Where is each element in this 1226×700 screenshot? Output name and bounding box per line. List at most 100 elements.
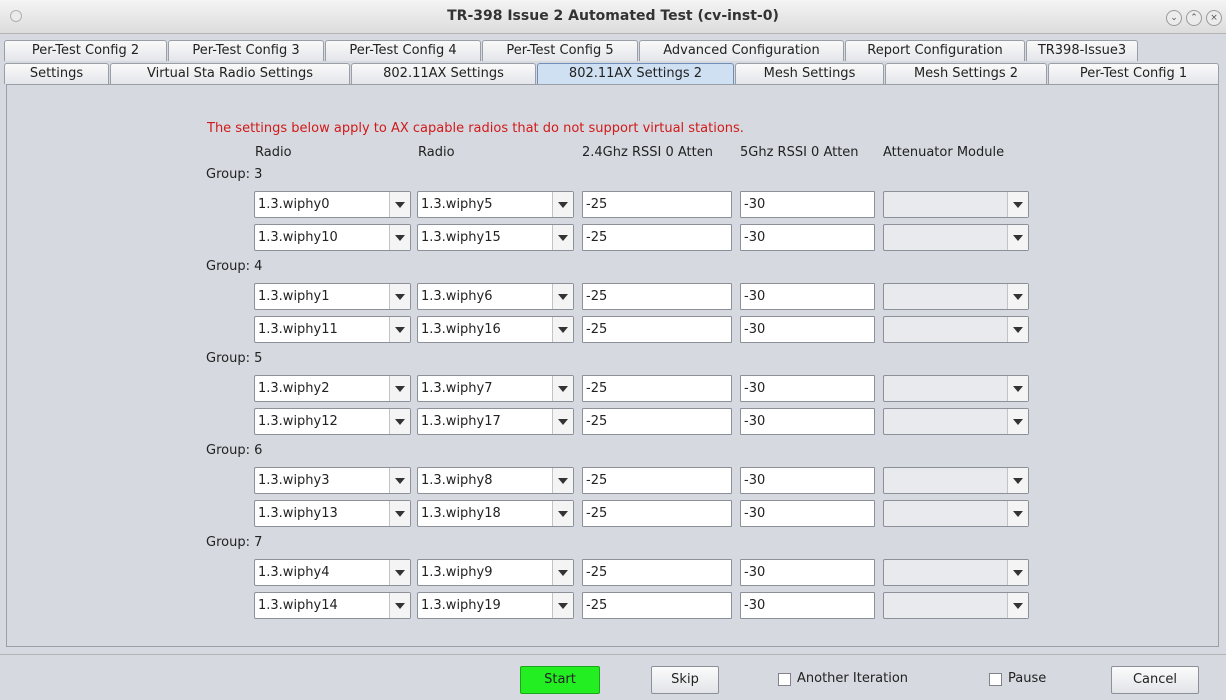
- attenuator-module-select[interactable]: [883, 592, 1029, 619]
- tab-settings[interactable]: Settings: [4, 63, 109, 84]
- maximize-icon[interactable]: ⌃: [1186, 10, 1202, 26]
- tab-mesh-settings[interactable]: Mesh Settings: [735, 63, 884, 84]
- attenuator-module-select[interactable]: [883, 467, 1029, 494]
- rssi-5ghz-input[interactable]: -30: [740, 559, 875, 586]
- chevron-down-icon[interactable]: [389, 409, 410, 434]
- radio-2-select[interactable]: 1.3.wiphy6: [417, 283, 574, 310]
- tab-per-test-config-2[interactable]: Per-Test Config 2: [4, 40, 167, 61]
- tab-per-test-config-1[interactable]: Per-Test Config 1: [1048, 63, 1219, 84]
- rssi-5ghz-input[interactable]: -30: [740, 316, 875, 343]
- attenuator-module-select[interactable]: [883, 375, 1029, 402]
- rssi-5ghz-input[interactable]: -30: [740, 283, 875, 310]
- rssi-5ghz-input[interactable]: -30: [740, 592, 875, 619]
- chevron-down-icon[interactable]: [1007, 376, 1028, 401]
- tab-80211ax-settings[interactable]: 802.11AX Settings: [351, 63, 536, 84]
- tab-advanced-configuration[interactable]: Advanced Configuration: [639, 40, 844, 61]
- rssi-24ghz-input[interactable]: -25: [582, 283, 732, 310]
- chevron-down-icon[interactable]: [552, 501, 573, 526]
- radio-1-select[interactable]: 1.3.wiphy4: [254, 559, 411, 586]
- chevron-down-icon[interactable]: [389, 501, 410, 526]
- cancel-button[interactable]: Cancel: [1111, 666, 1199, 694]
- another-iteration-checkbox[interactable]: Another Iteration: [778, 670, 938, 690]
- chevron-down-icon[interactable]: [389, 468, 410, 493]
- attenuator-module-select[interactable]: [883, 316, 1029, 343]
- chevron-down-icon[interactable]: [1007, 560, 1028, 585]
- tab-per-test-config-4[interactable]: Per-Test Config 4: [325, 40, 481, 61]
- chevron-down-icon[interactable]: [389, 376, 410, 401]
- chevron-down-icon[interactable]: [1007, 284, 1028, 309]
- chevron-down-icon[interactable]: [1007, 225, 1028, 250]
- tab-80211ax-settings-2[interactable]: 802.11AX Settings 2: [537, 63, 734, 84]
- rssi-5ghz-input[interactable]: -30: [740, 191, 875, 218]
- radio-1-select[interactable]: 1.3.wiphy11: [254, 316, 411, 343]
- radio-1-select[interactable]: 1.3.wiphy12: [254, 408, 411, 435]
- rssi-5ghz-input[interactable]: -30: [740, 224, 875, 251]
- rssi-24ghz-input[interactable]: -25: [582, 224, 732, 251]
- radio-1-select[interactable]: 1.3.wiphy3: [254, 467, 411, 494]
- rssi-24ghz-input[interactable]: -25: [582, 592, 732, 619]
- attenuator-module-select[interactable]: [883, 191, 1029, 218]
- radio-1-select[interactable]: 1.3.wiphy0: [254, 191, 411, 218]
- chevron-down-icon[interactable]: [552, 593, 573, 618]
- chevron-down-icon[interactable]: [1007, 317, 1028, 342]
- chevron-down-icon[interactable]: [1007, 593, 1028, 618]
- radio-2-select[interactable]: 1.3.wiphy17: [417, 408, 574, 435]
- rssi-24ghz-input[interactable]: -25: [582, 559, 732, 586]
- radio-2-select[interactable]: 1.3.wiphy19: [417, 592, 574, 619]
- radio-1-select[interactable]: 1.3.wiphy10: [254, 224, 411, 251]
- checkbox-box[interactable]: [778, 673, 791, 686]
- attenuator-module-select[interactable]: [883, 559, 1029, 586]
- tab-report-configuration[interactable]: Report Configuration: [845, 40, 1025, 61]
- rssi-5ghz-input[interactable]: -30: [740, 408, 875, 435]
- rssi-24ghz-input[interactable]: -25: [582, 375, 732, 402]
- rssi-24ghz-input[interactable]: -25: [582, 500, 732, 527]
- rssi-24ghz-input[interactable]: -25: [582, 316, 732, 343]
- checkbox-box[interactable]: [989, 673, 1002, 686]
- radio-2-select[interactable]: 1.3.wiphy5: [417, 191, 574, 218]
- chevron-down-icon[interactable]: [389, 192, 410, 217]
- minimize-icon[interactable]: ⌄: [1166, 10, 1182, 26]
- chevron-down-icon[interactable]: [552, 192, 573, 217]
- radio-1-select[interactable]: 1.3.wiphy14: [254, 592, 411, 619]
- radio-1-select[interactable]: 1.3.wiphy1: [254, 283, 411, 310]
- rssi-5ghz-input[interactable]: -30: [740, 375, 875, 402]
- chevron-down-icon[interactable]: [552, 409, 573, 434]
- radio-2-select[interactable]: 1.3.wiphy15: [417, 224, 574, 251]
- attenuator-module-select[interactable]: [883, 408, 1029, 435]
- rssi-5ghz-input[interactable]: -30: [740, 467, 875, 494]
- tab-mesh-settings-2[interactable]: Mesh Settings 2: [885, 63, 1047, 84]
- attenuator-module-select[interactable]: [883, 283, 1029, 310]
- chevron-down-icon[interactable]: [552, 560, 573, 585]
- chevron-down-icon[interactable]: [552, 468, 573, 493]
- chevron-down-icon[interactable]: [389, 593, 410, 618]
- radio-1-select[interactable]: 1.3.wiphy2: [254, 375, 411, 402]
- chevron-down-icon[interactable]: [1007, 501, 1028, 526]
- pause-checkbox[interactable]: Pause: [989, 670, 1059, 690]
- chevron-down-icon[interactable]: [389, 560, 410, 585]
- tab-per-test-config-3[interactable]: Per-Test Config 3: [168, 40, 324, 61]
- chevron-down-icon[interactable]: [389, 225, 410, 250]
- attenuator-module-select[interactable]: [883, 224, 1029, 251]
- chevron-down-icon[interactable]: [1007, 192, 1028, 217]
- chevron-down-icon[interactable]: [552, 317, 573, 342]
- chevron-down-icon[interactable]: [1007, 409, 1028, 434]
- rssi-5ghz-input[interactable]: -30: [740, 500, 875, 527]
- rssi-24ghz-input[interactable]: -25: [582, 467, 732, 494]
- chevron-down-icon[interactable]: [552, 376, 573, 401]
- radio-2-select[interactable]: 1.3.wiphy9: [417, 559, 574, 586]
- chevron-down-icon[interactable]: [1007, 468, 1028, 493]
- chevron-down-icon[interactable]: [552, 225, 573, 250]
- radio-2-select[interactable]: 1.3.wiphy18: [417, 500, 574, 527]
- chevron-down-icon[interactable]: [389, 284, 410, 309]
- rssi-24ghz-input[interactable]: -25: [582, 191, 732, 218]
- close-icon[interactable]: ×: [1206, 10, 1222, 26]
- skip-button[interactable]: Skip: [651, 666, 719, 694]
- tab-tr398-issue3[interactable]: TR398-Issue3: [1026, 40, 1138, 61]
- tab-virtual-sta-radio-settings[interactable]: Virtual Sta Radio Settings: [110, 63, 350, 84]
- radio-2-select[interactable]: 1.3.wiphy8: [417, 467, 574, 494]
- chevron-down-icon[interactable]: [552, 284, 573, 309]
- attenuator-module-select[interactable]: [883, 500, 1029, 527]
- radio-1-select[interactable]: 1.3.wiphy13: [254, 500, 411, 527]
- radio-2-select[interactable]: 1.3.wiphy16: [417, 316, 574, 343]
- tab-per-test-config-5[interactable]: Per-Test Config 5: [482, 40, 638, 61]
